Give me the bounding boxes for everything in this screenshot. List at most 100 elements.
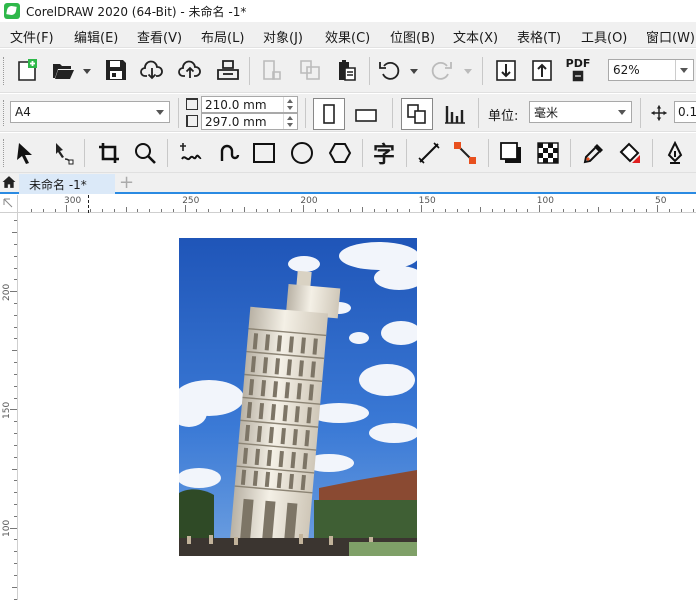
menu-object[interactable]: 对象(J) [263,27,303,46]
paste-button[interactable] [331,55,361,85]
ruler-tick [90,209,92,212]
ruler-tick [66,205,68,212]
export-file-button[interactable] [527,55,557,85]
chevron-down-icon [675,60,691,80]
ruler-tick [622,209,623,212]
menu-window[interactable]: 窗口(W) [646,27,695,46]
shape-tool-icon [56,143,74,165]
clipboard-icon [339,60,356,81]
window-title: CorelDRAW 2020 (64-Bit) - 未命名 -1* [26,4,247,19]
menu-tools[interactable]: 工具(O) [581,27,627,46]
page-size-dropdown[interactable]: A4 [10,101,170,123]
vertical-ruler[interactable]: 200 150 100 [0,195,18,600]
ruler-tick [161,209,163,212]
import-disabled-icon [263,60,281,80]
ruler-label: 200 [2,283,12,301]
menu-edit[interactable]: 编辑(E) [74,27,118,46]
freehand-tool-button[interactable] [176,138,206,168]
rectangle-tool-button[interactable] [249,138,279,168]
interactive-fill-tool-button[interactable] [615,138,645,168]
ruler-tick [361,207,363,212]
landscape-button[interactable] [350,98,382,130]
landscape-page-icon [355,109,377,122]
pdf-label: PDF [565,56,591,70]
open-button[interactable] [48,55,78,85]
cloud-download-button[interactable] [137,55,167,85]
print-button[interactable] [213,55,243,85]
undo-dropdown-arrow-icon[interactable] [410,69,418,74]
connector-icon [454,142,476,164]
horizontal-ruler[interactable]: 300 250 200 150 100 50 [18,195,696,213]
crop-tool-button[interactable] [94,138,124,168]
ruler-tick [326,209,328,212]
ruler-tick [14,456,17,458]
transparency-tool-button[interactable] [533,138,563,168]
polygon-tool-button[interactable] [325,138,355,168]
zoom-tool-button[interactable] [130,138,160,168]
imported-bitmap-image[interactable] [179,238,417,556]
menu-text[interactable]: 文本(X) [453,27,498,46]
ellipse-tool-button[interactable] [287,138,317,168]
ruler-tick [78,209,80,212]
ruler-tick [14,243,17,245]
ruler-tick [14,314,17,316]
ruler-tick [42,209,44,212]
portrait-page-icon [323,104,335,124]
ruler-tick [562,209,564,212]
export-button[interactable] [295,55,325,85]
ruler-tick [302,205,304,212]
bar-chart-icon [445,106,465,124]
connector-tool-button[interactable] [450,138,480,168]
menu-bitmaps[interactable]: 位图(B) [390,27,435,46]
units-value: 毫米 [534,105,559,120]
import-file-button[interactable] [491,55,521,85]
shape-tool-button[interactable] [48,138,78,168]
menu-effects[interactable]: 效果(C) [325,27,370,46]
ruler-tick [14,279,17,281]
ruler-tick [373,209,375,212]
menu-table[interactable]: 表格(T) [517,27,561,46]
save-button[interactable] [101,55,131,85]
artistic-media-tool-button[interactable] [213,138,243,168]
menu-layout[interactable]: 布局(L) [201,27,244,46]
add-tab-button[interactable]: + [119,173,134,193]
ruler-tick [385,209,387,212]
ruler-tick [149,209,151,212]
eyedropper-tool-button[interactable] [579,138,609,168]
portrait-button[interactable] [313,98,345,130]
page-height-value: 297.0 mm [205,114,267,129]
page-width-input[interactable]: 210.0 mm [201,96,298,113]
ruler-origin-corner[interactable] [0,195,18,213]
open-dropdown-arrow-icon[interactable] [83,69,91,74]
undo-button[interactable] [375,55,405,85]
import-button[interactable] [256,55,286,85]
ruler-tick [243,207,245,212]
page-height-input[interactable]: 297.0 mm [201,113,298,130]
parallel-dimension-tool-button[interactable] [414,138,444,168]
rectangle-icon [253,143,275,163]
current-page-button[interactable] [439,98,471,130]
drop-shadow-tool-button[interactable] [496,138,526,168]
cloud-upload-button[interactable] [175,55,205,85]
zoom-level-dropdown[interactable]: 62% [608,59,694,81]
menu-view[interactable]: 查看(V) [137,27,182,46]
nudge-distance-input[interactable]: 0.1 [674,101,696,123]
eyedropper-icon [583,144,603,164]
units-dropdown[interactable]: 毫米 [529,101,632,123]
redo-button[interactable] [426,55,456,85]
text-tool-button[interactable]: 字 [369,138,399,168]
ruler-tick [196,209,198,212]
ruler-tick [692,209,694,212]
all-pages-button[interactable] [401,98,433,130]
ruler-tick [409,209,411,212]
cloud-upload-icon [178,60,201,78]
pick-tool-button[interactable] [10,138,40,168]
smart-fill-tool-button[interactable] [660,138,690,168]
document-tab[interactable]: 未命名 -1* [19,174,115,194]
new-document-button[interactable] [12,55,42,85]
home-icon[interactable] [2,175,16,189]
export-pdf-button[interactable]: PDF [563,55,593,85]
menu-file[interactable]: 文件(F) [10,27,54,46]
pdf-icon [572,70,584,81]
redo-dropdown-arrow-icon[interactable] [464,69,472,74]
